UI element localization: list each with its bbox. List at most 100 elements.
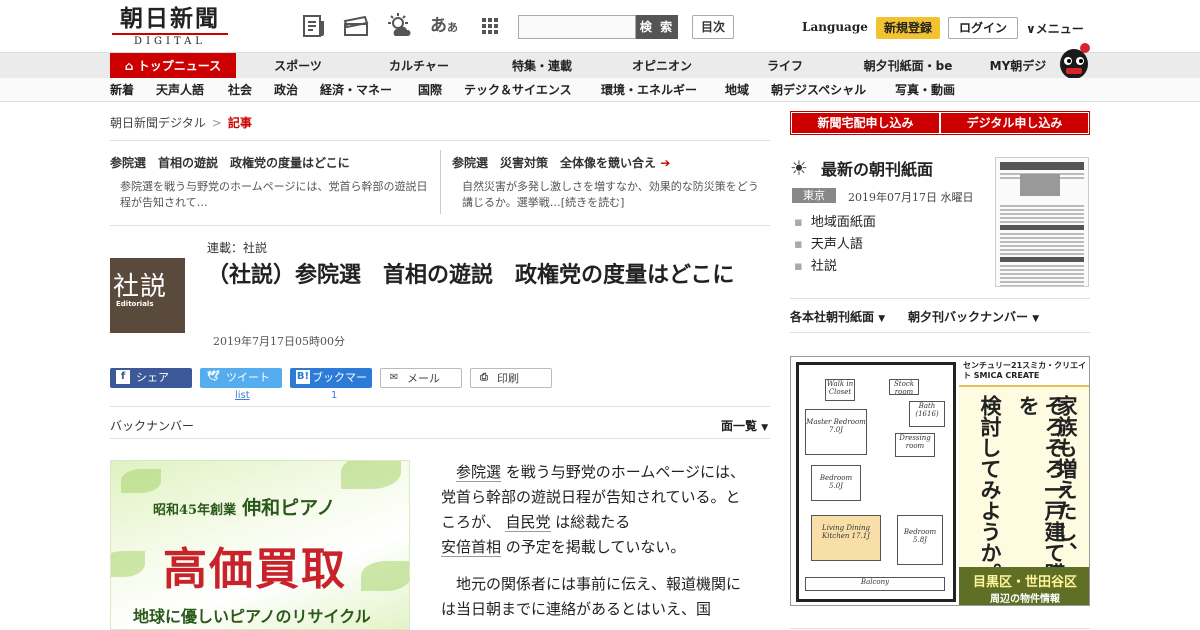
- nav-features[interactable]: 特集・連載: [498, 53, 586, 79]
- hatena-count[interactable]: 1: [331, 390, 337, 401]
- morning-edition-date: 2019年07月17日 水曜日: [848, 191, 974, 204]
- breadcrumb-separator: >: [211, 116, 222, 130]
- search-button[interactable]: 検 索: [636, 15, 678, 39]
- nav-opinion[interactable]: オピニオン: [620, 53, 704, 79]
- table-of-contents-button[interactable]: 目次: [692, 15, 734, 39]
- subnav-special[interactable]: 朝デジスペシャル: [771, 78, 866, 102]
- printer-icon: ⎙: [480, 372, 488, 383]
- page-list-dropdown[interactable]: 面一覧 ▼: [721, 417, 768, 434]
- nav-my-asadigi[interactable]: MY朝デジ: [982, 53, 1054, 79]
- article-paragraph: 地元の関係者には事前に伝え、報道機関には当日朝までに連絡があるとはいえ、国: [441, 575, 742, 618]
- nav-culture[interactable]: カルチャー: [376, 53, 462, 79]
- editorial-logo: 社説 Editorials: [110, 258, 185, 333]
- morning-link[interactable]: ▪ 社説: [794, 257, 876, 279]
- related-desc: 参院選を戦う与野党のホームページには、党首ら幹部の遊説日程が告知されて…: [120, 180, 428, 209]
- keyword-link[interactable]: 安倍首相: [441, 538, 502, 557]
- subnav-latest[interactable]: 新着: [110, 78, 134, 102]
- keyword-link[interactable]: 自民党: [505, 513, 551, 532]
- related-article-1[interactable]: 参院選 首相の遊説 政権党の度量はどこに 参院選を戦う与野党のホームページには、…: [110, 154, 430, 211]
- ad-copy-line: 検討してみようか。: [978, 395, 1003, 584]
- ad-copy: センチュリー21スミカ・クリエイト SMICA CREATE 家族も増えたし、 …: [959, 357, 1089, 605]
- menu-label: メニュー: [1035, 22, 1084, 36]
- morning-link[interactable]: ▪ 地域面紙面: [794, 213, 876, 235]
- subscription-buttons: 新聞宅配申し込み デジタル申し込み: [790, 111, 1090, 135]
- article-headline: （社説）参院選 首相の遊説 政権党の度量はどこに: [207, 263, 735, 288]
- twitter-icon: 🕊: [206, 371, 220, 382]
- subnav-politics[interactable]: 政治: [274, 78, 298, 102]
- logo-text: 朝日新聞: [120, 5, 220, 32]
- print-button[interactable]: ⎙ 印刷: [470, 368, 552, 388]
- backnumber-dropdown[interactable]: 朝夕刊バックナンバー ▼: [908, 308, 1039, 325]
- menu-button[interactable]: ∨メニュー: [1026, 20, 1084, 37]
- login-button[interactable]: ログイン: [948, 17, 1018, 39]
- mail-icon: ✉: [389, 372, 399, 383]
- facebook-icon: f: [116, 370, 130, 384]
- nav-life[interactable]: ライフ: [750, 53, 820, 79]
- related-desc: 自然災害が多発し激しさを増すなか、効果的な防災策をどう講じるか。選挙戦…[続きを…: [462, 180, 759, 209]
- grid-menu-icon[interactable]: [476, 14, 504, 42]
- related-article-2[interactable]: 参院選 災害対策 全体像を競い合え ➔ 自然災害が多発し激しさを増すなか、効果的…: [452, 154, 768, 211]
- chevron-down-icon: ∨: [1026, 22, 1036, 36]
- mascot-icon[interactable]: [1058, 42, 1092, 80]
- morning-edition-title[interactable]: 最新の朝刊紙面: [821, 156, 933, 180]
- breadcrumb: 朝日新聞デジタル > 記事: [110, 114, 252, 131]
- ticket-icon[interactable]: [342, 13, 370, 41]
- editorial-logo-subtext: Editorials: [116, 300, 154, 308]
- ad-piano-main: 高価買取: [163, 544, 347, 595]
- article-body: 参院選 を戦う与野党のホームページには、党首ら幹部の遊説日程が告知されている。と…: [441, 460, 751, 630]
- subnav-environment[interactable]: 環境・エネルギー: [601, 78, 697, 102]
- logo-subtext: DIGITAL: [112, 33, 228, 47]
- article-paragraph: 参院選 を戦う与野党のホームページには、党首ら幹部の遊説日程が告知されている。と…: [441, 463, 746, 557]
- twitter-count[interactable]: list: [235, 390, 250, 401]
- regional-edition-dropdown[interactable]: 各本社朝刊紙面 ▼: [790, 308, 885, 325]
- newspaper-thumbnail[interactable]: [995, 157, 1089, 287]
- divider: [790, 298, 1090, 299]
- editorial-logo-text: 社説: [113, 272, 168, 302]
- facebook-share-button[interactable]: f シェア: [110, 368, 192, 388]
- subnav-economy[interactable]: 経済・マネー: [320, 78, 392, 102]
- asahi-logo[interactable]: 朝日新聞 DIGITAL: [112, 6, 228, 48]
- nav-sports[interactable]: スポーツ: [256, 53, 340, 79]
- piano-ad[interactable]: 昭和45年創業 伸和ピアノ 高価買取 地球に優しいピアノのリサイクル: [110, 460, 410, 630]
- subnav-international[interactable]: 国際: [418, 78, 442, 102]
- floor-plan: Walk in Closet Stock room Master Bedroom…: [796, 362, 956, 602]
- ad-piano-line1: 昭和45年創業 伸和ピアノ: [153, 497, 336, 519]
- newspaper-icon[interactable]: [300, 13, 328, 41]
- hatena-bookmark-button[interactable]: B! ブックマーク: [290, 368, 372, 404]
- register-button[interactable]: 新規登録: [876, 17, 940, 39]
- breadcrumb-current: 記事: [227, 116, 252, 130]
- divider: [110, 438, 770, 439]
- mail-button[interactable]: ✉ メール: [380, 368, 462, 388]
- keyword-link[interactable]: 参院選: [456, 463, 502, 482]
- series-label[interactable]: 連載：社説: [207, 239, 267, 256]
- morning-link[interactable]: ▪ 天声人語: [794, 235, 876, 257]
- home-icon: ⌂: [124, 59, 138, 73]
- region-badge: 東京: [792, 188, 836, 203]
- language-link[interactable]: Language: [802, 20, 868, 34]
- divider: [790, 628, 1090, 629]
- subnav-society[interactable]: 社会: [228, 78, 252, 102]
- search-input[interactable]: [518, 15, 636, 39]
- real-estate-ad[interactable]: Walk in Closet Stock room Master Bedroom…: [790, 356, 1090, 606]
- nav-top-news[interactable]: ⌂ トップニュース: [110, 53, 236, 79]
- nav-paper[interactable]: 朝夕刊紙面・be: [856, 53, 960, 79]
- subnav-tensei[interactable]: 天声人語: [156, 78, 204, 102]
- subnav-region[interactable]: 地域: [725, 78, 749, 102]
- caret-down-icon: ▼: [761, 423, 769, 433]
- breadcrumb-home[interactable]: 朝日新聞デジタル: [110, 116, 206, 130]
- font-size-icon[interactable]: ああ: [430, 12, 458, 40]
- divider: [110, 406, 770, 407]
- newspaper-subscribe-button[interactable]: 新聞宅配申し込み: [792, 113, 939, 133]
- main-nav: ⌂ トップニュース スポーツ カルチャー 特集・連載 オピニオン ライフ 朝夕刊…: [0, 52, 1200, 79]
- hatena-icon: B!: [296, 370, 310, 384]
- subnav-photo[interactable]: 写真・動画: [895, 78, 955, 102]
- divider: [110, 225, 770, 226]
- caret-down-icon: ▼: [1032, 314, 1040, 324]
- divider: [790, 332, 1090, 333]
- related-title: 参院選 首相の遊説 政権党の度量はどこに: [110, 156, 350, 170]
- digital-subscribe-button[interactable]: デジタル申し込み: [941, 113, 1088, 133]
- subnav-tech[interactable]: テック＆サイエンス: [464, 78, 572, 102]
- weather-icon[interactable]: [386, 12, 414, 40]
- ad-piano-sub: 地球に優しいピアノのリサイクル: [133, 607, 371, 626]
- twitter-share-button[interactable]: 🕊 ツイート: [200, 368, 282, 388]
